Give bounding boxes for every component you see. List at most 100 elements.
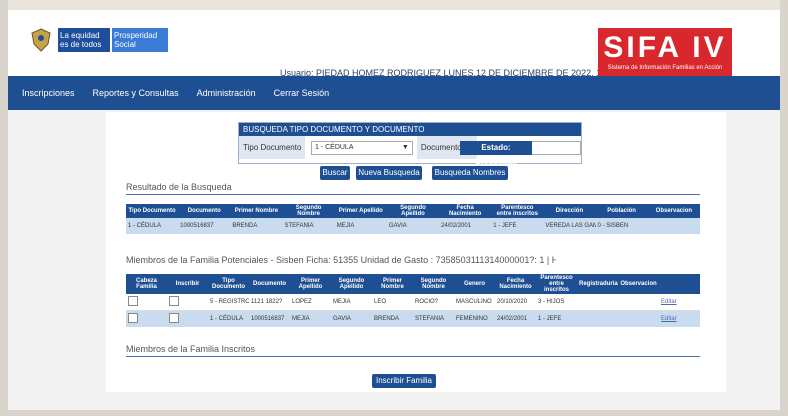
cell: 20/10/2020 [495, 294, 536, 311]
miembros-potenciales-title: Miembros de la Familia Potenciales - Sis… [126, 255, 556, 265]
col-header: Primer Apellido [334, 204, 387, 218]
government-logo: La equidad es de todos Prosperidad Socia… [30, 26, 170, 54]
nav-cerrar-sesion[interactable]: Cerrar Sesión [274, 88, 330, 98]
cell [577, 294, 618, 311]
col-header: Segundo Apellido [331, 274, 372, 294]
table-row: 1 - CÉDULA 1000516837 MEJIA GAVIA BRENDA… [126, 310, 700, 327]
col-header: Genero [454, 274, 495, 294]
col-header: Primer Nombre [372, 274, 413, 294]
cell: VEREDA LAS GAMAS [543, 218, 596, 234]
col-header: Fecha Nacimiento [495, 274, 536, 294]
col-header: Segundo Nombre [282, 204, 335, 218]
resultado-table: Tipo Documento Documento Primer Nombre S… [126, 204, 700, 234]
cell: GAVIA [386, 218, 440, 234]
cell: 1 - CÉDULA [208, 310, 249, 327]
inscribir-cell[interactable] [167, 310, 208, 327]
col-header: Segundo Nombre [413, 274, 454, 294]
cell: 24/02/2001 [495, 310, 536, 327]
col-header: Observacion [618, 274, 659, 294]
col-header: Parentesco entre inscritos [536, 274, 577, 294]
col-header [659, 274, 700, 294]
cell: 1000516837 [249, 310, 290, 327]
cell: MEJIA [334, 218, 387, 234]
cell: MEJIA [331, 294, 372, 311]
cell: GAVIA [331, 310, 372, 327]
cell [618, 294, 659, 311]
browser-top-strip [8, 0, 780, 10]
col-header: Población [595, 204, 648, 218]
cell [577, 310, 618, 327]
cell: MEJIA [290, 310, 331, 327]
tipo-documento-value: 1 - CÉDULA [314, 143, 354, 151]
divider [126, 356, 700, 357]
cell: 1000516837 [178, 218, 231, 234]
col-header: Dirección [543, 204, 596, 218]
cell: 24/02/2001 [439, 218, 492, 234]
cell: FEMENINO [454, 310, 495, 327]
resultado-title: Resultado de la Busqueda [126, 182, 232, 192]
col-header: Inscribir [167, 274, 208, 294]
nav-inscripciones[interactable]: Inscripciones [22, 88, 75, 98]
buscar-button[interactable]: Buscar [320, 166, 350, 180]
cabeza-familia-cell[interactable] [126, 294, 167, 311]
col-header: Primer Apellido [290, 274, 331, 294]
cell: 0 - SISBEN [595, 218, 648, 234]
checkbox[interactable] [128, 296, 138, 306]
cell: 1 - JEFE [536, 310, 577, 327]
cell: STEFANIA [413, 310, 454, 327]
nav-administracion[interactable]: Administración [197, 88, 256, 98]
col-header: Segundo Apellido [386, 204, 440, 218]
table-row[interactable]: 1 - CÉDULA 1000516837 BRENDA STEFANIA ME… [126, 218, 700, 234]
cell: MASCULINO [454, 294, 495, 311]
miembros-inscritos-title: Miembros de la Familia Inscritos [126, 344, 256, 354]
col-header: Cabeza Familia [126, 274, 167, 294]
col-header: Parentesco entre inscritos [491, 204, 544, 218]
header: La equidad es de todos Prosperidad Socia… [8, 10, 780, 84]
cell: BRENDA [372, 310, 413, 327]
cell: ROCIO? [413, 294, 454, 311]
cabeza-familia-cell[interactable] [126, 310, 167, 327]
col-header: Fecha Nacimiento [439, 204, 492, 218]
resultado-header-row: Tipo Documento Documento Primer Nombre S… [126, 204, 700, 218]
search-title: BUSQUEDA TIPO DOCUMENTO Y DOCUMENTO [239, 123, 581, 136]
col-header: Primer Nombre [230, 204, 283, 218]
tipo-documento-select[interactable]: 1 - CÉDULA ▼ [310, 140, 413, 155]
col-header: Documento [178, 204, 231, 218]
cell: 3 - HIJOS [536, 294, 577, 311]
checkbox[interactable] [169, 313, 179, 323]
cell: 1 - CÉDULA [126, 218, 179, 234]
editar-link[interactable]: Editar [659, 310, 700, 327]
nueva-busqueda-button[interactable]: Nueva Busqueda [356, 166, 422, 180]
cell: 5 - REGISTRO CIVIL [208, 294, 249, 311]
screen: La equidad es de todos Prosperidad Socia… [8, 0, 780, 410]
divider [126, 194, 700, 195]
cell [618, 310, 659, 327]
checkbox[interactable] [169, 296, 179, 306]
nav-reportes[interactable]: Reportes y Consultas [93, 88, 179, 98]
col-header: Documento [249, 274, 290, 294]
main-nav: Inscripciones Reportes y Consultas Admin… [8, 76, 780, 110]
miembros-header-row: Cabeza Familia Inscribir Tipo Documento … [126, 274, 700, 294]
miembros-table: Cabeza Familia Inscribir Tipo Documento … [126, 274, 700, 327]
col-header: Tipo Documento [126, 204, 179, 218]
inscribir-familia-button[interactable]: Inscribir Familia [372, 374, 436, 388]
table-row: 5 - REGISTRO CIVIL 1121 1822? LOPEZ MEJI… [126, 294, 700, 311]
cell: LOPEZ [290, 294, 331, 311]
logo-equidad: La equidad es de todos [58, 28, 110, 52]
cell: 1121 1822? [249, 294, 290, 311]
cell: 1 - JEFE [491, 218, 544, 234]
inscribir-cell[interactable] [167, 294, 208, 311]
brand-subtitle: Sistema de Información Familias en Acció… [607, 65, 723, 71]
logo-prosperidad: Prosperidad Social [112, 28, 168, 52]
coat-of-arms-icon [31, 28, 51, 52]
estado-badge: Estado: Bloqueada [460, 141, 532, 166]
brand-title: SIFA IV [603, 31, 727, 64]
cell: LEO [372, 294, 413, 311]
cell: BRENDA [230, 218, 283, 234]
col-header: Registraduria [577, 274, 618, 294]
editar-link[interactable]: Editar [659, 294, 700, 311]
tipo-documento-label: Tipo Documento [239, 136, 305, 159]
cell: STEFANIA [282, 218, 335, 234]
checkbox[interactable] [128, 313, 138, 323]
chevron-down-icon: ▼ [401, 143, 409, 151]
